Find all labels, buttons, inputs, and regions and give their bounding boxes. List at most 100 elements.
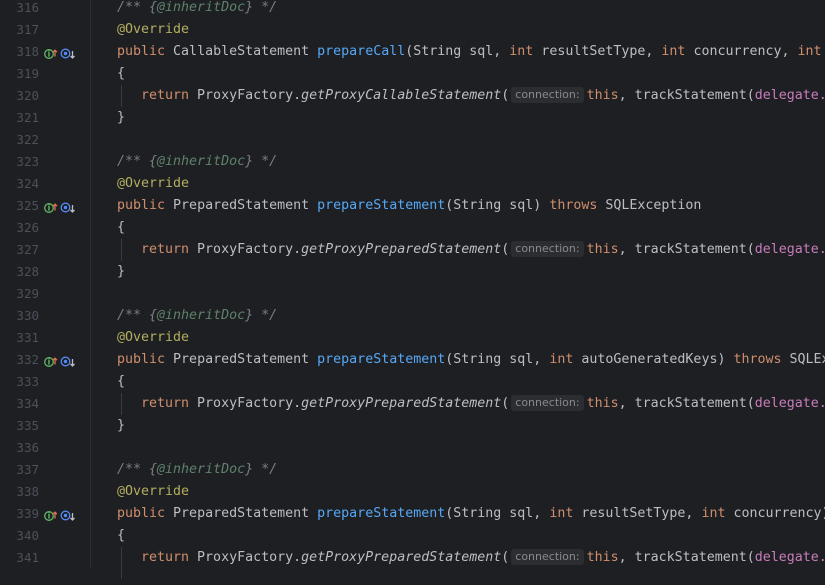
code-text: @Override <box>117 19 189 41</box>
code-token: /** { <box>117 0 158 15</box>
code-line[interactable]: 331 @Override <box>0 327 825 349</box>
code-token: @Override <box>117 330 190 345</box>
code-text: /** {@inheritDoc} */ <box>117 151 277 173</box>
code-text: public PreparedStatement prepareStatemen… <box>117 195 701 217</box>
code-line[interactable]: 336 <box>0 437 825 459</box>
code-token: SQLEx <box>789 352 825 367</box>
code-line[interactable]: 337 /** {@inheritDoc} */ <box>0 459 825 481</box>
code-token: public <box>117 198 174 213</box>
code-token: { <box>117 374 126 389</box>
code-line[interactable]: 338 @Override <box>0 481 825 503</box>
code-line[interactable]: 324 @Override <box>0 173 825 195</box>
code-text: } <box>117 415 125 437</box>
code-editor[interactable]: 316/** {@inheritDoc} */317 @Override 318 pu… <box>0 0 825 579</box>
code-line[interactable]: 335} <box>0 415 825 437</box>
code-token: concurrency, <box>693 44 798 59</box>
code-line[interactable]: 321} <box>0 107 825 129</box>
code-token: getProxyCallableStatement <box>301 88 502 103</box>
indent-guide <box>121 547 122 579</box>
code-text: } <box>117 261 125 283</box>
line-number: 341 <box>16 550 39 565</box>
code-token: } <box>117 110 126 125</box>
code-line[interactable]: 316 /** {@inheritDoc} */ <box>0 0 825 19</box>
code-token: (String sql, <box>445 352 550 367</box>
parameter-hint: connection: <box>511 395 584 411</box>
code-lines: 316/** {@inheritDoc} */317 @Override 318 pu… <box>0 0 825 579</box>
code-token: @inheritDoc <box>157 462 246 477</box>
code-line[interactable]: 339 public PreparedStatement prepareState… <box>0 503 825 525</box>
line-number: 334 <box>16 396 39 411</box>
code-line[interactable]: 340 { <box>0 525 825 547</box>
code-line[interactable]: 328} <box>0 261 825 283</box>
code-token: SQLException <box>605 198 702 213</box>
line-number: 324 <box>16 176 39 191</box>
line-number: 332 <box>16 352 39 367</box>
code-line[interactable]: 333 { <box>0 371 825 393</box>
code-token: ( <box>501 396 510 411</box>
code-token: resultSetType, <box>541 44 662 59</box>
code-token: prepareStatement <box>317 198 446 213</box>
code-text: { <box>117 217 125 239</box>
code-token: } */ <box>245 462 278 477</box>
code-token: /** { <box>117 308 158 323</box>
code-token: throws <box>733 352 790 367</box>
code-line[interactable]: 325 public PreparedStatement prepareState… <box>0 195 825 217</box>
code-token: concurrency) <box>733 506 825 521</box>
code-token: PreparedStatement <box>173 506 318 521</box>
code-line[interactable]: 327 return ProxyFactory.getProxyPreparedS… <box>0 239 825 261</box>
code-line[interactable]: 320 return ProxyFactory.getProxyCallableS… <box>0 85 825 107</box>
code-line[interactable]: 322 <box>0 129 825 151</box>
code-token: (String sql) <box>445 198 550 213</box>
code-token: , trackStatement( <box>618 396 755 411</box>
code-line[interactable]: 334 return ProxyFactory.getProxyPreparedS… <box>0 393 825 415</box>
parameter-hint: connection: <box>511 549 584 565</box>
line-number: 326 <box>16 220 39 235</box>
code-token: @Override <box>117 22 190 37</box>
code-token: prepareCall <box>317 44 406 59</box>
code-token: } */ <box>245 0 278 15</box>
code-token: throws <box>549 198 606 213</box>
code-token: return <box>141 88 198 103</box>
code-line[interactable]: 318 public CallableStatement prepareCall(… <box>0 41 825 63</box>
code-line[interactable]: 317 @Override <box>0 19 825 41</box>
code-line[interactable]: 319 { <box>0 63 825 85</box>
code-token: PreparedStatement <box>173 198 318 213</box>
code-token: (String sql, <box>405 44 510 59</box>
code-token: return <box>141 550 198 565</box>
line-number: 329 <box>16 286 39 301</box>
code-token: CallableStatement <box>173 44 318 59</box>
code-token: delegate. <box>754 396 825 411</box>
code-token: int <box>661 44 694 59</box>
code-token: @inheritDoc <box>157 0 246 15</box>
code-text: { <box>117 63 125 85</box>
code-line[interactable]: 323 /** {@inheritDoc} */ <box>0 151 825 173</box>
code-token: getProxyPreparedStatement <box>301 242 502 257</box>
code-token: prepareStatement <box>317 506 446 521</box>
code-token: , trackStatement( <box>618 88 755 103</box>
code-line[interactable]: 332 public PreparedStatement prepareState… <box>0 349 825 371</box>
code-token: int <box>549 352 582 367</box>
code-token: ( <box>501 88 510 103</box>
code-token: } <box>117 264 126 279</box>
line-number: 320 <box>16 88 39 103</box>
line-number: 340 <box>16 528 39 543</box>
code-text: @Override <box>117 481 189 503</box>
indent-guide <box>121 239 122 261</box>
code-token: public <box>117 352 174 367</box>
code-token: resultSetType, <box>581 506 702 521</box>
code-line[interactable]: 330 /** {@inheritDoc} */ <box>0 305 825 327</box>
code-text: { <box>117 371 125 393</box>
code-token: ProxyFactory. <box>197 550 302 565</box>
code-line[interactable]: 341 return ProxyFactory.getProxyPreparedS… <box>0 547 825 569</box>
code-line[interactable]: 329 <box>0 283 825 305</box>
line-number: 339 <box>16 506 39 521</box>
code-token: this <box>586 88 619 103</box>
code-text: @Override <box>117 173 189 195</box>
parameter-hint: connection: <box>511 87 584 103</box>
code-line[interactable]: 326 { <box>0 217 825 239</box>
line-number: 330 <box>16 308 39 323</box>
code-token: prepareStatement <box>317 352 446 367</box>
line-number: 318 <box>16 44 39 59</box>
code-text: return ProxyFactory.getProxyPreparedStat… <box>141 547 825 569</box>
code-token: (String sql, <box>445 506 550 521</box>
